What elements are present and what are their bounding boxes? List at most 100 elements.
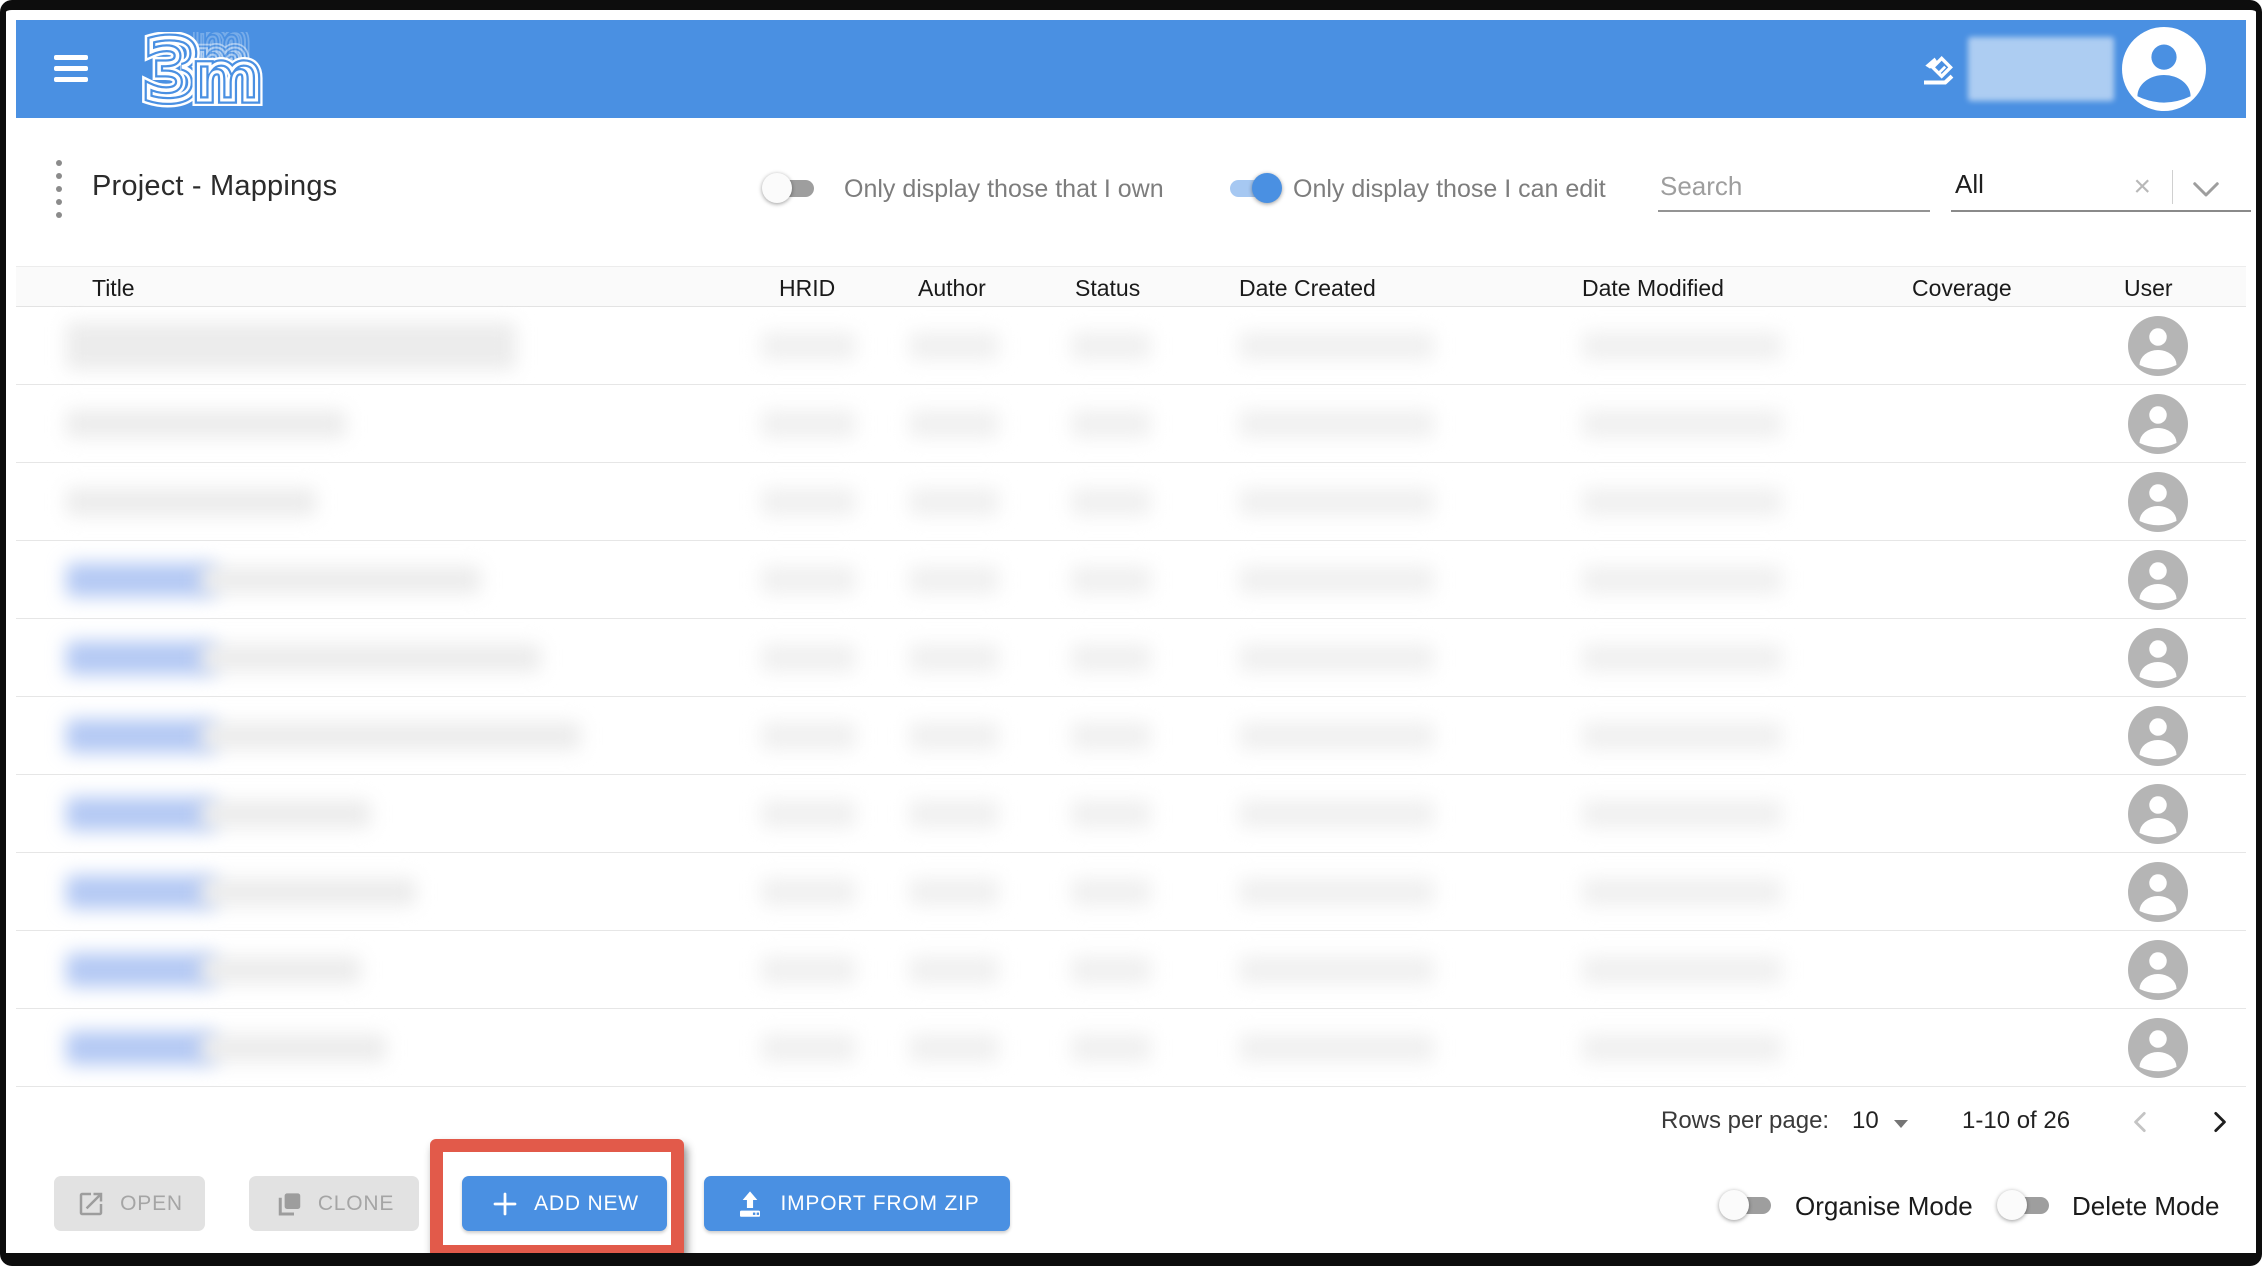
redacted-text bbox=[909, 1034, 999, 1062]
redacted-text bbox=[1239, 722, 1434, 750]
user-avatar-icon bbox=[2128, 394, 2188, 454]
redacted-text bbox=[201, 566, 481, 594]
user-avatar-icon bbox=[2128, 940, 2188, 1000]
redacted-text bbox=[1239, 1034, 1434, 1062]
table-row[interactable] bbox=[16, 931, 2246, 1009]
redacted-text bbox=[1071, 566, 1151, 594]
col-header-status[interactable]: Status bbox=[1075, 275, 1140, 302]
redacted-text bbox=[909, 878, 999, 906]
redacted-text bbox=[1239, 644, 1434, 672]
open-button[interactable]: OPEN bbox=[54, 1176, 205, 1231]
redacted-text bbox=[66, 875, 216, 909]
redacted-text bbox=[201, 644, 541, 672]
redacted-text bbox=[1582, 722, 1782, 750]
redacted-text bbox=[66, 410, 346, 438]
redacted-text bbox=[1239, 566, 1434, 594]
redacted-text bbox=[909, 722, 999, 750]
redacted-text bbox=[66, 953, 216, 987]
redacted-text bbox=[1071, 956, 1151, 984]
col-header-title[interactable]: Title bbox=[92, 275, 135, 302]
redacted-text bbox=[66, 797, 216, 831]
table-row[interactable] bbox=[16, 619, 2246, 697]
redacted-text bbox=[761, 410, 856, 438]
rows-per-page-value[interactable]: 10 bbox=[1852, 1107, 1879, 1135]
organise-mode-toggle[interactable] bbox=[1723, 1195, 1773, 1216]
redacted-text bbox=[1071, 1034, 1151, 1062]
redacted-text bbox=[1239, 800, 1434, 828]
redacted-text bbox=[201, 722, 581, 750]
toolbar: Project - Mappings Only display those th… bbox=[16, 118, 2246, 266]
table-row[interactable] bbox=[16, 463, 2246, 541]
delete-mode-toggle[interactable] bbox=[2001, 1195, 2051, 1216]
redacted-text bbox=[909, 566, 999, 594]
table-row[interactable] bbox=[16, 775, 2246, 853]
action-bar: OPEN CLONE ADD NEW IMPORT FROM ZIP bbox=[16, 1159, 2246, 1254]
redacted-text bbox=[1582, 644, 1782, 672]
redacted-text bbox=[761, 644, 856, 672]
table-row[interactable] bbox=[16, 697, 2246, 775]
chevron-right-icon[interactable] bbox=[2206, 1109, 2232, 1135]
table-row[interactable] bbox=[16, 307, 2246, 385]
redacted-text bbox=[1582, 332, 1782, 360]
upload-zip-icon bbox=[734, 1188, 766, 1220]
user-avatar-icon bbox=[2128, 550, 2188, 610]
filter-select[interactable]: All × bbox=[1951, 154, 2251, 212]
filter-select-value: All bbox=[1955, 169, 1984, 200]
hand-pen-icon[interactable] bbox=[1921, 50, 1961, 90]
user-avatar-icon bbox=[2128, 862, 2188, 922]
table-row[interactable] bbox=[16, 541, 2246, 619]
user-avatar-icon bbox=[2128, 316, 2188, 376]
table-row[interactable] bbox=[16, 385, 2246, 463]
redacted-text bbox=[1239, 332, 1434, 360]
redacted-text bbox=[909, 644, 999, 672]
redacted-username bbox=[1968, 37, 2114, 101]
col-header-date-modified[interactable]: Date Modified bbox=[1582, 275, 1724, 302]
toggle-only-display-can-edit-label: Only display those I can edit bbox=[1293, 175, 1606, 204]
col-header-date-created[interactable]: Date Created bbox=[1239, 275, 1376, 302]
pagination-range: 1-10 of 26 bbox=[1962, 1107, 2070, 1135]
redacted-text bbox=[909, 488, 999, 516]
window-frame: m m m m m m 3 3 3 m m m bbox=[0, 0, 2262, 1266]
redacted-text bbox=[1071, 878, 1151, 906]
table-row[interactable] bbox=[16, 1009, 2246, 1087]
svg-text:m: m bbox=[193, 39, 262, 112]
redacted-text bbox=[1582, 488, 1782, 516]
chevron-left-icon[interactable] bbox=[2128, 1109, 2154, 1135]
redacted-text bbox=[66, 563, 216, 597]
redacted-text bbox=[909, 800, 999, 828]
drag-dots-icon[interactable] bbox=[56, 160, 64, 225]
table-row[interactable] bbox=[16, 853, 2246, 931]
redacted-text bbox=[201, 1034, 386, 1062]
redacted-text bbox=[201, 956, 361, 984]
chevron-down-icon[interactable] bbox=[2191, 180, 2221, 200]
search-input[interactable]: Search bbox=[1658, 158, 1930, 212]
col-header-hrid[interactable]: HRID bbox=[779, 275, 835, 302]
account-avatar-icon[interactable] bbox=[2122, 27, 2206, 111]
toggle-only-display-can-edit[interactable] bbox=[1228, 178, 1278, 199]
clear-x-icon[interactable]: × bbox=[2133, 172, 2151, 202]
redacted-text bbox=[1582, 566, 1782, 594]
add-new-button[interactable]: ADD NEW bbox=[462, 1176, 667, 1231]
hamburger-menu-icon[interactable] bbox=[54, 55, 88, 83]
divider bbox=[2172, 170, 2173, 204]
search-placeholder: Search bbox=[1660, 171, 1742, 202]
col-header-user[interactable]: User bbox=[2124, 275, 2173, 302]
redacted-text bbox=[761, 488, 856, 516]
rows-per-page-caret-icon[interactable] bbox=[1894, 1120, 1908, 1128]
add-new-button-label: ADD NEW bbox=[534, 1192, 639, 1216]
col-header-author[interactable]: Author bbox=[918, 275, 986, 302]
import-from-zip-button-label: IMPORT FROM ZIP bbox=[780, 1192, 979, 1216]
import-from-zip-button[interactable]: IMPORT FROM ZIP bbox=[704, 1176, 1010, 1231]
toggle-only-display-own[interactable] bbox=[766, 178, 816, 199]
redacted-text bbox=[1582, 878, 1782, 906]
table-header: Title HRID Author Status Date Created Da… bbox=[16, 266, 2246, 307]
redacted-text bbox=[1071, 722, 1151, 750]
clone-icon bbox=[274, 1189, 304, 1219]
clone-button[interactable]: CLONE bbox=[249, 1176, 419, 1231]
redacted-text bbox=[761, 1034, 856, 1062]
redacted-text bbox=[1582, 410, 1782, 438]
app-logo-3m-icon: m m m m m m 3 3 3 m m m bbox=[141, 32, 263, 112]
redacted-text bbox=[66, 488, 316, 516]
redacted-text bbox=[909, 956, 999, 984]
col-header-coverage[interactable]: Coverage bbox=[1912, 275, 2012, 302]
